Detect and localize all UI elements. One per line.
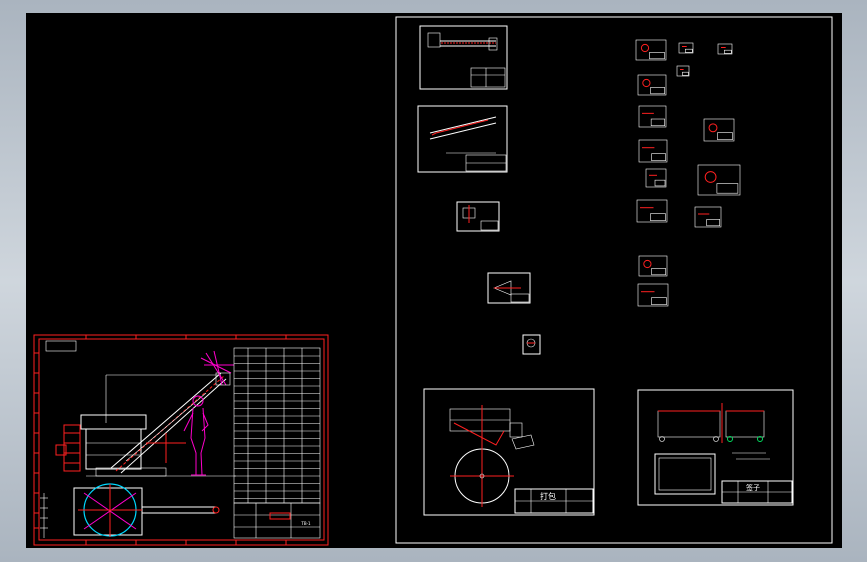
pack-part-title: 打包 bbox=[540, 491, 556, 501]
detail-drawing[interactable] bbox=[703, 118, 735, 142]
detail-drawing[interactable] bbox=[637, 283, 669, 307]
detail-drawing[interactable] bbox=[638, 139, 668, 163]
detail-drawing[interactable] bbox=[717, 43, 733, 55]
part-drawing-4[interactable] bbox=[487, 272, 531, 304]
sheet-code: TB-1 bbox=[300, 521, 311, 526]
assembly-sheet[interactable]: TB-1 bbox=[33, 334, 329, 546]
part-drawing-5[interactable] bbox=[522, 334, 541, 355]
stick-part-title: 签子 bbox=[746, 483, 760, 492]
assembly-title-block: TB-1 bbox=[233, 502, 321, 539]
detail-drawing[interactable] bbox=[635, 39, 667, 61]
detail-drawing[interactable] bbox=[638, 255, 668, 277]
detail-drawing[interactable] bbox=[697, 164, 741, 196]
detail-drawing[interactable] bbox=[694, 206, 722, 228]
part-drawing-pack[interactable]: 打包 bbox=[423, 388, 595, 516]
machine-plan-view bbox=[73, 483, 220, 537]
detail-drawings-column bbox=[635, 39, 741, 307]
detail-drawing[interactable] bbox=[638, 105, 667, 128]
detail-drawing[interactable] bbox=[678, 42, 694, 54]
machine-front-view bbox=[55, 350, 236, 477]
part-drawing-2[interactable] bbox=[417, 105, 508, 173]
cad-viewport[interactable]: TB-1 打包 签子 bbox=[26, 13, 842, 548]
detail-drawing[interactable] bbox=[645, 168, 667, 188]
part-drawing-3[interactable] bbox=[456, 201, 500, 232]
cad-drawing-canvas: TB-1 打包 签子 bbox=[33, 16, 833, 546]
part-drawing-1[interactable] bbox=[419, 25, 508, 90]
parts-list-table bbox=[233, 347, 321, 504]
detail-drawing[interactable] bbox=[637, 74, 667, 96]
detail-drawing[interactable] bbox=[676, 65, 690, 77]
detail-drawing[interactable] bbox=[636, 199, 668, 223]
part-drawing-stick[interactable]: 签子 bbox=[637, 389, 794, 506]
parts-sheet[interactable]: 打包 签子 bbox=[395, 16, 833, 544]
